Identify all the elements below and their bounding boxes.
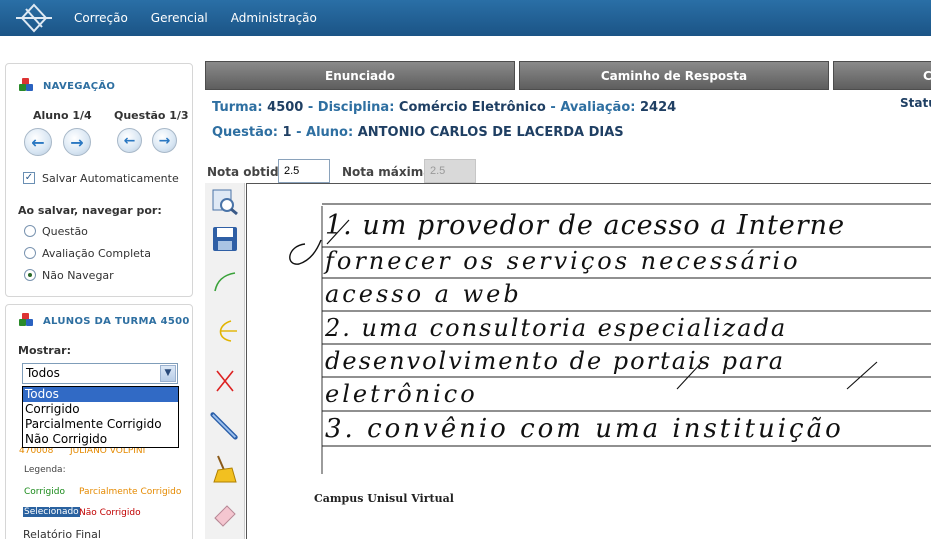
- radio-questao-label: Questão: [42, 225, 88, 238]
- dropdown-option-parcial[interactable]: Parcialmente Corrigido: [23, 417, 178, 432]
- show-filter-value: Todos: [26, 366, 60, 380]
- aluno-value: ANTONIO CARLOS DE LACERDA DIAS: [357, 125, 624, 140]
- nav-gerencial[interactable]: Gerencial: [151, 11, 208, 25]
- magnifier-icon: [212, 189, 238, 216]
- dropdown-option-nao-corrigido[interactable]: Não Corrigido: [23, 432, 178, 447]
- legend-corrigido: Corrigido: [24, 487, 65, 497]
- legend-selecionado: Selecionado: [23, 507, 80, 517]
- nav-administracao[interactable]: Administração: [231, 11, 317, 25]
- handwriting-line-1: 1. um provedor de acesso a Interne: [325, 210, 846, 241]
- radio-avaliacao-completa-label: Avaliação Completa: [42, 247, 151, 260]
- tab-truncated[interactable]: Co: [833, 61, 931, 90]
- radio-avaliacao-completa[interactable]: [24, 247, 36, 259]
- prev-aluno-button[interactable]: ←: [24, 128, 52, 156]
- clear-tool[interactable]: [209, 453, 241, 485]
- answer-canvas[interactable]: 1. um provedor de acesso a Interne forne…: [246, 183, 931, 539]
- students-title: ALUNOS DA TURMA 4500: [43, 316, 190, 327]
- annotation-toolbar: [205, 183, 245, 539]
- eraser-tool[interactable]: [209, 498, 241, 530]
- nota-obtida-input[interactable]: [278, 159, 330, 183]
- nota-maxima-input: [424, 159, 476, 183]
- radio-questao[interactable]: [24, 225, 36, 237]
- chevron-down-icon[interactable]: ▼: [160, 365, 176, 382]
- show-filter-select[interactable]: Todos ▼: [22, 363, 178, 384]
- handwriting-line-7: 3. convênio com uma instituição: [325, 414, 844, 444]
- save-tool[interactable]: [209, 223, 241, 255]
- tab-caminho-resposta[interactable]: Caminho de Resposta: [519, 61, 829, 90]
- radio-nao-navegar-label: Não Navegar: [42, 269, 114, 282]
- questao-label: Questão:: [212, 125, 278, 140]
- prev-questao-button[interactable]: ←: [117, 128, 142, 153]
- tab-enunciado[interactable]: Enunciado: [205, 61, 515, 90]
- green-check-stroke-icon: [214, 272, 236, 292]
- aluno-counter: Aluno 1/4: [33, 109, 92, 122]
- status-label: Statu: [900, 96, 931, 110]
- handwriting-line-4: 2. uma consultoria especializada: [325, 314, 788, 342]
- exam-info-line1: Turma: 4500 - Disciplina: Comércio Eletr…: [212, 100, 677, 115]
- legend-parcial: Parcialmente Corrigido: [79, 487, 182, 497]
- campus-footer: Campus Unisul Virtual: [314, 492, 454, 505]
- exam-info-line2: Questão: 1 - Aluno: ANTONIO CARLOS DE LA…: [212, 125, 624, 140]
- broom-icon: [213, 455, 237, 483]
- handwriting-line-5: desenvolvimento de portais para: [325, 347, 786, 375]
- next-aluno-button[interactable]: →: [63, 128, 91, 156]
- wrong-mark-tool[interactable]: [209, 365, 241, 397]
- nota-maxima-label: Nota máxima:: [342, 165, 437, 179]
- handwriting-line-3: acesso a web: [325, 280, 522, 308]
- aluno-label: Aluno:: [306, 125, 354, 140]
- nav-correcao[interactable]: Correção: [74, 11, 128, 25]
- top-nav: Correção Gerencial Administração: [74, 11, 317, 25]
- pen-icon: [210, 412, 238, 440]
- questao-value: 1: [282, 125, 292, 140]
- app-logo-icon[interactable]: [14, 3, 54, 33]
- show-filter-dropdown: Todos Corrigido Parcialmente Corrigido N…: [22, 386, 179, 448]
- radio-nao-navegar[interactable]: [24, 269, 36, 281]
- avaliacao-label: Avaliação:: [560, 100, 636, 115]
- handwriting-line-6: eletrônico: [325, 380, 478, 408]
- pen-tool[interactable]: [209, 409, 241, 441]
- show-label: Mostrar:: [18, 344, 71, 357]
- disciplina-label: Disciplina:: [317, 100, 395, 115]
- questao-counter: Questão 1/3: [114, 109, 189, 122]
- yellow-partial-stroke-icon: [219, 320, 237, 342]
- red-x-icon: [216, 370, 234, 392]
- avaliacao-value: 2424: [639, 100, 677, 115]
- eraser-icon: [214, 505, 236, 527]
- legend-label: Legenda:: [24, 465, 66, 475]
- zoom-tool[interactable]: [209, 186, 241, 218]
- disciplina-value: Comércio Eletrônico: [398, 100, 546, 115]
- autosave-checkbox[interactable]: ✓: [23, 172, 35, 184]
- top-bar: Correção Gerencial Administração: [0, 0, 931, 36]
- dropdown-option-todos[interactable]: Todos: [23, 387, 178, 402]
- app-window: Correção Gerencial Administração NAVEGAÇ…: [0, 0, 931, 539]
- turma-label: Turma:: [212, 100, 263, 115]
- floppy-disk-icon: [213, 227, 237, 251]
- content-tabs: Enunciado Caminho de Resposta Co: [205, 61, 931, 90]
- handwriting-line-2: fornecer os serviços necessário: [325, 247, 801, 275]
- navigation-title: NAVEGAÇÃO: [43, 81, 116, 92]
- blocks-icon: [19, 78, 33, 92]
- correct-mark-tool[interactable]: [209, 265, 241, 297]
- relatorio-link[interactable]: Relatório Final: [23, 528, 101, 539]
- next-questao-button[interactable]: →: [152, 128, 177, 153]
- legend-nao-corrigido: Não Corrigido: [79, 508, 141, 518]
- turma-value: 4500: [267, 100, 304, 115]
- autosave-label: Salvar Automaticamente: [42, 172, 179, 185]
- save-nav-label: Ao salvar, navegar por:: [18, 204, 162, 217]
- dropdown-option-corrigido[interactable]: Corrigido: [23, 402, 178, 417]
- partial-mark-tool[interactable]: [209, 315, 241, 347]
- blocks-icon: [19, 313, 33, 327]
